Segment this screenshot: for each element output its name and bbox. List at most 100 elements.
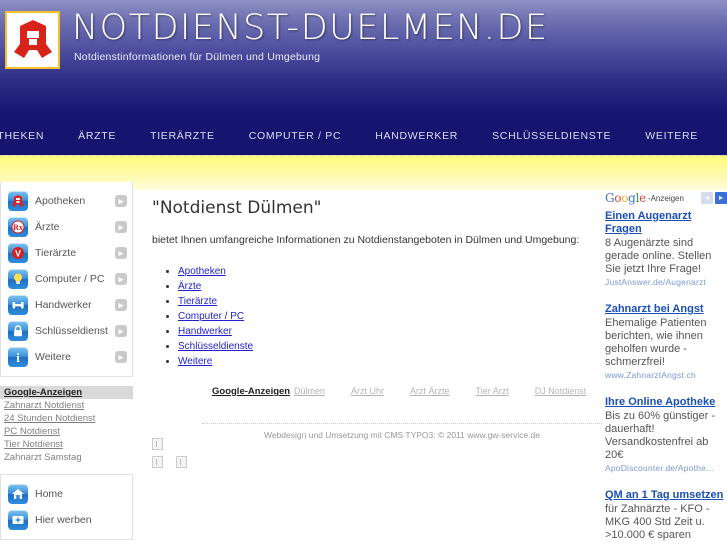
sidebar-google-ads: Google-Anzeigen Zahnarzt Notdienst 24 Stu… (0, 386, 133, 464)
content-link-4[interactable]: Handwerker (178, 326, 232, 337)
sidebar-ad-link-1[interactable]: 24 Stunden Notdienst (0, 412, 133, 425)
google-ad-url: ApoDiscounter.de/Apothe... (605, 463, 714, 473)
google-ad-title[interactable]: Einen Augenarzt Fragen (605, 210, 727, 236)
chevron-right-icon: ▸ (115, 195, 127, 207)
content-link-5[interactable]: Schlüsseldienste (178, 341, 253, 352)
content-ad-link-2[interactable]: Arzt Ärzte (410, 386, 450, 396)
sidebar-bottom-box: Home Hier werben (0, 474, 133, 540)
pharmacy-a-icon (7, 13, 58, 67)
svg-text:Rx: Rx (13, 223, 23, 232)
content-ads-row: Google-Anzeigen Dülmen Arzt Uhr Arzt Ärzte… (212, 386, 592, 397)
sidebar-item-apotheken[interactable]: Apotheken ▸ (1, 188, 132, 214)
google-ad-3: QM an 1 Tag umsetzen für Zahnärzte - KFO … (605, 489, 727, 545)
sidebar-item-hier-werben[interactable]: Hier werben (1, 507, 132, 533)
sidebar-ads-heading: Google-Anzeigen (0, 386, 133, 399)
list-item: Computer / PC (178, 311, 592, 322)
right-ad-column: Google -Anzeigen ◂ ▸ Einen Augenarzt Fra… (605, 190, 727, 545)
list-item: Weitere (178, 356, 592, 367)
site-title: NOTDIENST-DUELMEN.DE (72, 8, 549, 48)
sidebar-category-box: Apotheken ▸ Rx Ärzte ▸ V Tierärzte ▸ Computer / … (0, 182, 133, 377)
sidebar-item-home[interactable]: Home (1, 481, 132, 507)
content-link-2[interactable]: Tierärzte (178, 296, 217, 307)
broken-image-placeholders (152, 438, 191, 468)
footer-divider (202, 423, 602, 424)
sidebar-ad-link-2[interactable]: PC Notdienst (0, 425, 133, 438)
sidebar-item-tier-rzte[interactable]: V Tierärzte ▸ (1, 240, 132, 266)
nav-item-4[interactable]: HANDWERKER (358, 130, 475, 142)
page-title: "Notdienst Dülmen" (152, 198, 322, 218)
sidebar-item-label: Handwerker (35, 299, 92, 311)
content-ad-link-0[interactable]: Dülmen (294, 386, 325, 396)
sidebar-ad-link-3[interactable]: Tier Notdienst (0, 438, 133, 451)
content-ad-link-1[interactable]: Arzt Uhr (351, 386, 384, 396)
chevron-right-icon: ▸ (115, 273, 127, 285)
ads-next-icon[interactable]: ▸ (715, 192, 727, 204)
info-icon: i (8, 347, 28, 367)
wrench-icon (8, 295, 28, 315)
google-ad-body: für Zahnärzte - KFO - MKG 400 Std Zeit u… (605, 503, 710, 541)
google-logo: Google (605, 191, 646, 205)
content-link-0[interactable]: Apotheken (178, 266, 226, 277)
sidebar-item-label: Schlüsseldienste (35, 325, 108, 337)
svg-text:V: V (15, 249, 21, 259)
anzeigen-label: -Anzeigen (647, 193, 684, 203)
list-item: Tierärzte (178, 296, 592, 307)
nav-item-5[interactable]: SCHLÜSSELDIENSTE (475, 130, 628, 142)
list-item: Ärzte (178, 281, 592, 292)
google-ad-title[interactable]: QM an 1 Tag umsetzen (605, 489, 727, 502)
footer-credit: Webdesign und Umsetzung mit CMS TYPO3: ©… (263, 430, 541, 440)
sidebar-item-label: Computer / PC (35, 273, 105, 285)
list-item: Apotheken (178, 266, 592, 277)
ads-prev-icon[interactable]: ◂ (701, 192, 713, 204)
list-item: Schlüsseldienste (178, 341, 592, 352)
chevron-right-icon: ▸ (115, 221, 127, 233)
body-area: Apotheken ▸ Rx Ärzte ▸ V Tierärzte ▸ Computer / … (0, 182, 727, 545)
content-link-6[interactable]: Weitere (178, 356, 212, 367)
main-navigation: APOTHEKENÄRZTETIERÄRZTECOMPUTER / PCHAND… (0, 117, 727, 155)
sidebar-item-label: Tierärzte (35, 247, 77, 259)
vet-icon: V (8, 243, 28, 263)
sidebar-item-label: Hier werben (35, 514, 92, 526)
category-link-list: Apotheken Ärzte Tierärzte Computer / PC Hand… (152, 266, 592, 367)
content-link-1[interactable]: Ärzte (178, 281, 201, 292)
nav-item-3[interactable]: COMPUTER / PC (232, 130, 359, 142)
content-ad-link-3[interactable]: Tier Arzt (476, 386, 509, 396)
sidebar-item-label: Apotheken (35, 195, 86, 207)
sidebar-item-handwerker[interactable]: Handwerker ▸ (1, 292, 132, 318)
left-sidebar: Apotheken ▸ Rx Ärzte ▸ V Tierärzte ▸ Computer / … (0, 182, 133, 540)
svg-text:i: i (16, 350, 20, 364)
advertise-icon (8, 510, 28, 530)
content-ads-heading: Google-Anzeigen (212, 386, 291, 397)
content-link-3[interactable]: Computer / PC (178, 311, 244, 322)
ads-pager: ◂ ▸ (701, 192, 727, 204)
nav-item-1[interactable]: ÄRZTE (61, 130, 133, 142)
sidebar-item-label: Ärzte (35, 221, 60, 233)
google-ad-body: Ehemalige Patienten berichten, wie ihnen… (605, 317, 707, 368)
sidebar-item-label: Weitere (35, 351, 71, 363)
sidebar-item-schl-sseldienste[interactable]: Schlüsseldienste ▸ (1, 318, 132, 344)
site-subtitle: Notdienstinformationen für Dülmen und Um… (74, 51, 321, 63)
content-ad-link-4[interactable]: DJ Notdienst (535, 386, 587, 396)
nav-item-6[interactable]: WEITERE (628, 130, 715, 142)
google-ad-title[interactable]: Ihre Online Apotheke (605, 396, 727, 409)
broken-image-icon (176, 456, 188, 468)
chevron-right-icon: ▸ (115, 247, 127, 259)
nav-item-0[interactable]: APOTHEKEN (0, 130, 61, 142)
chevron-right-icon: ▸ (115, 351, 127, 363)
doctor-icon: Rx (8, 217, 28, 237)
sidebar-item-rzte[interactable]: Rx Ärzte ▸ (1, 214, 132, 240)
sidebar-item-weitere[interactable]: i Weitere ▸ (1, 344, 132, 370)
lock-icon (8, 321, 28, 341)
intro-text: bietet Ihnen umfangreiche Informationen … (152, 234, 580, 246)
nav-item-2[interactable]: TIERÄRZTE (133, 130, 232, 142)
sidebar-item-computer-pc[interactable]: Computer / PC ▸ (1, 266, 132, 292)
google-ads-header: Google -Anzeigen ◂ ▸ (605, 190, 727, 206)
google-ad-title[interactable]: Zahnarzt bei Angst (605, 303, 727, 316)
site-header: NOTDIENST-DUELMEN.DE Notdienstinformatio… (0, 0, 727, 117)
google-ad-body: 8 Augenärzte sind gerade online. Stellen… (605, 237, 712, 275)
site-logo[interactable] (5, 11, 60, 69)
lightbulb-icon (8, 269, 28, 289)
sidebar-ad-link-4[interactable]: Zahnarzt Samstag (0, 451, 133, 464)
google-ad-url: www.ZahnarztAngst.ch (605, 370, 696, 380)
sidebar-ad-link-0[interactable]: Zahnarzt Notdienst (0, 399, 133, 412)
